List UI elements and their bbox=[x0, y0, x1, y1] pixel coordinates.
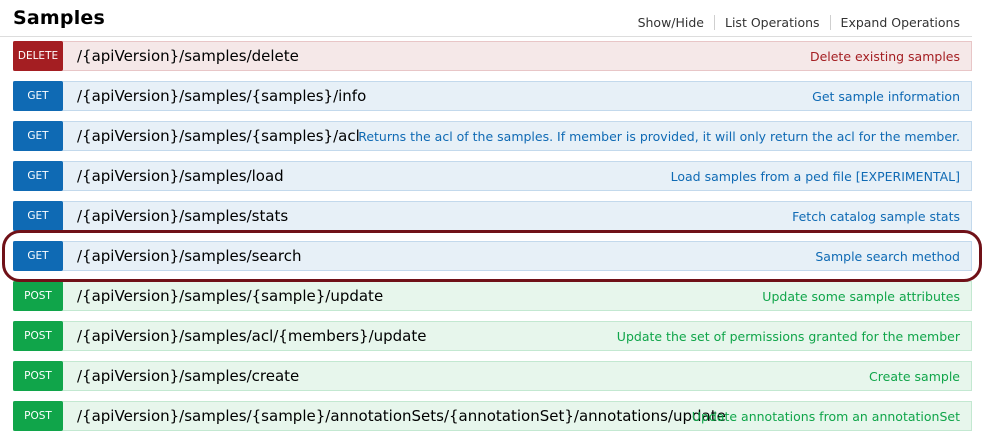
section-title[interactable]: Samples bbox=[13, 7, 105, 29]
expand-operations-link[interactable]: Expand Operations bbox=[831, 15, 960, 30]
operation-path[interactable]: /{apiVersion}/samples/search bbox=[77, 247, 301, 265]
operation-path[interactable]: /{apiVersion}/samples/stats bbox=[77, 207, 288, 225]
operation-path[interactable]: /{apiVersion}/samples/{samples}/info bbox=[77, 87, 366, 105]
operation-row-get-search[interactable]: GET /{apiVersion}/samples/search Sample … bbox=[13, 241, 972, 271]
operation-summary[interactable]: Get sample information bbox=[812, 89, 960, 104]
operation-row-post-create[interactable]: POST /{apiVersion}/samples/create Create… bbox=[13, 361, 972, 391]
method-badge[interactable]: POST bbox=[13, 281, 63, 311]
method-badge[interactable]: POST bbox=[13, 321, 63, 351]
operation-summary[interactable]: Update annotations from an annotationSet bbox=[692, 409, 960, 424]
method-badge[interactable]: POST bbox=[13, 361, 63, 391]
operation-row-post-update[interactable]: POST /{apiVersion}/samples/{sample}/upda… bbox=[13, 281, 972, 311]
method-badge[interactable]: DELETE bbox=[13, 41, 63, 71]
method-badge[interactable]: POST bbox=[13, 401, 63, 431]
operation-row-post-annotations-update[interactable]: POST /{apiVersion}/samples/{sample}/anno… bbox=[13, 401, 972, 431]
operation-path[interactable]: /{apiVersion}/samples/{samples}/acl bbox=[77, 127, 360, 145]
operation-summary[interactable]: Fetch catalog sample stats bbox=[792, 209, 960, 224]
operation-row-post-acl-update[interactable]: POST /{apiVersion}/samples/acl/{members}… bbox=[13, 321, 972, 351]
show-hide-link[interactable]: Show/Hide bbox=[628, 15, 714, 30]
method-badge[interactable]: GET bbox=[13, 81, 63, 111]
operation-row-delete[interactable]: DELETE /{apiVersion}/samples/delete Dele… bbox=[13, 41, 972, 71]
operation-summary[interactable]: Sample search method bbox=[815, 249, 960, 264]
operation-path[interactable]: /{apiVersion}/samples/acl/{members}/upda… bbox=[77, 327, 426, 345]
operation-summary[interactable]: Returns the acl of the samples. If membe… bbox=[358, 129, 960, 144]
operation-summary[interactable]: Create sample bbox=[869, 369, 960, 384]
section-header: Samples Show/Hide List Operations Expand… bbox=[0, 0, 972, 37]
operation-summary[interactable]: Delete existing samples bbox=[810, 49, 960, 64]
list-operations-link[interactable]: List Operations bbox=[715, 15, 830, 30]
header-links: Show/Hide List Operations Expand Operati… bbox=[628, 15, 960, 30]
operation-row-get-stats[interactable]: GET /{apiVersion}/samples/stats Fetch ca… bbox=[13, 201, 972, 231]
operation-row-get-acl[interactable]: GET /{apiVersion}/samples/{samples}/acl … bbox=[13, 121, 972, 151]
operation-path[interactable]: /{apiVersion}/samples/create bbox=[77, 367, 299, 385]
operations-list: DELETE /{apiVersion}/samples/delete Dele… bbox=[13, 41, 972, 441]
method-badge[interactable]: GET bbox=[13, 241, 63, 271]
operation-path[interactable]: /{apiVersion}/samples/{sample}/update bbox=[77, 287, 383, 305]
operation-path[interactable]: /{apiVersion}/samples/delete bbox=[77, 47, 299, 65]
operation-summary[interactable]: Load samples from a ped file [EXPERIMENT… bbox=[671, 169, 960, 184]
method-badge[interactable]: GET bbox=[13, 161, 63, 191]
operation-path[interactable]: /{apiVersion}/samples/load bbox=[77, 167, 284, 185]
operation-row-get-load[interactable]: GET /{apiVersion}/samples/load Load samp… bbox=[13, 161, 972, 191]
method-badge[interactable]: GET bbox=[13, 121, 63, 151]
operation-summary[interactable]: Update some sample attributes bbox=[762, 289, 960, 304]
operation-row-get-info[interactable]: GET /{apiVersion}/samples/{samples}/info… bbox=[13, 81, 972, 111]
method-badge[interactable]: GET bbox=[13, 201, 63, 231]
operation-summary[interactable]: Update the set of permissions granted fo… bbox=[617, 329, 960, 344]
operation-path[interactable]: /{apiVersion}/samples/{sample}/annotatio… bbox=[77, 407, 726, 425]
